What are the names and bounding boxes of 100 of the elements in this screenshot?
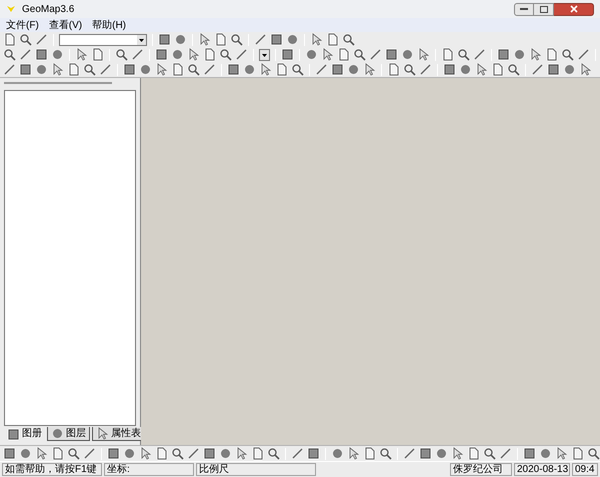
pointer-arrow-icon[interactable] [155,63,168,76]
square-icon[interactable] [155,48,168,61]
magnifier-icon[interactable] [483,447,496,460]
square-icon[interactable] [35,48,48,61]
magnifier-icon[interactable] [457,48,470,61]
square-icon[interactable] [123,63,136,76]
diagonal-line-icon[interactable] [99,63,112,76]
pointer-arrow-icon[interactable] [475,63,488,76]
diagonal-line-icon[interactable] [3,63,16,76]
square-icon[interactable] [7,428,20,440]
circle-icon[interactable] [51,427,64,440]
panel-tab[interactable]: 图层 [47,427,90,441]
diagonal-line-icon[interactable] [315,63,328,76]
circle-icon[interactable] [539,447,552,460]
pointer-arrow-icon[interactable] [347,447,360,460]
diagonal-line-icon[interactable] [203,63,216,76]
diagonal-line-icon[interactable] [531,63,544,76]
page-icon[interactable] [91,48,104,61]
page-icon[interactable] [387,63,400,76]
diagonal-line-icon[interactable] [235,48,248,61]
pointer-arrow-icon[interactable] [310,33,323,46]
magnifier-icon[interactable] [19,33,32,46]
magnifier-icon[interactable] [353,48,366,61]
circle-icon[interactable] [435,447,448,460]
maximize-button[interactable] [534,2,554,16]
diagonal-line-icon[interactable] [19,48,32,61]
magnifier-icon[interactable] [403,63,416,76]
pointer-arrow-icon[interactable] [139,447,152,460]
magnifier-icon[interactable] [3,48,16,61]
diagonal-line-icon[interactable] [473,48,486,61]
minimize-button[interactable] [514,2,534,16]
pointer-arrow-icon[interactable] [529,48,542,61]
magnifier-icon[interactable] [83,63,96,76]
circle-icon[interactable] [563,63,576,76]
circle-icon[interactable] [174,33,187,46]
circle-icon[interactable] [171,48,184,61]
magnifier-icon[interactable] [67,447,80,460]
square-icon[interactable] [3,447,16,460]
pointer-arrow-icon[interactable] [35,447,48,460]
pointer-arrow-icon[interactable] [235,447,248,460]
magnifier-icon[interactable] [507,63,520,76]
pointer-arrow-icon[interactable] [451,447,464,460]
diagonal-line-icon[interactable] [369,48,382,61]
page-icon[interactable] [441,48,454,61]
square-icon[interactable] [158,33,171,46]
circle-icon[interactable] [305,48,318,61]
pointer-arrow-icon[interactable] [555,447,568,460]
page-icon[interactable] [275,63,288,76]
diagonal-line-icon[interactable] [403,447,416,460]
circle-icon[interactable] [123,447,136,460]
square-icon[interactable] [307,447,320,460]
circle-icon[interactable] [139,63,152,76]
square-icon[interactable] [331,63,344,76]
diagonal-line-icon[interactable] [35,33,48,46]
circle-icon[interactable] [19,447,32,460]
diagonal-line-icon[interactable] [499,447,512,460]
square-icon[interactable] [19,63,32,76]
magnifier-icon[interactable] [219,48,232,61]
page-icon[interactable] [337,48,350,61]
diagonal-line-icon[interactable] [577,48,590,61]
square-icon[interactable] [385,48,398,61]
square-icon[interactable] [497,48,510,61]
menu-item[interactable]: 文件(F) [6,18,39,32]
square-icon[interactable] [523,447,536,460]
circle-icon[interactable] [35,63,48,76]
page-icon[interactable] [491,63,504,76]
diagonal-line-icon[interactable] [131,48,144,61]
magnifier-icon[interactable] [587,447,600,460]
menu-item[interactable]: 帮助(H) [92,18,126,32]
square-icon[interactable] [419,447,432,460]
square-icon[interactable] [281,48,294,61]
pointer-arrow-icon[interactable] [75,48,88,61]
pointer-arrow-icon[interactable] [259,63,272,76]
magnifier-icon[interactable] [115,48,128,61]
magnifier-icon[interactable] [267,447,280,460]
pointer-arrow-icon[interactable] [321,48,334,61]
pointer-arrow-icon[interactable] [198,33,211,46]
diagonal-line-icon[interactable] [187,447,200,460]
square-icon[interactable] [547,63,560,76]
pointer-arrow-icon[interactable] [417,48,430,61]
circle-icon[interactable] [331,447,344,460]
pointer-arrow-icon[interactable] [363,63,376,76]
menu-item[interactable]: 查看(V) [48,18,82,32]
magnifier-icon[interactable] [379,447,392,460]
pointer-arrow-icon[interactable] [579,63,592,76]
pointer-arrow-icon[interactable] [187,48,200,61]
circle-icon[interactable] [401,48,414,61]
diagonal-line-icon[interactable] [419,63,432,76]
square-icon[interactable] [270,33,283,46]
magnifier-icon[interactable] [187,63,200,76]
circle-icon[interactable] [51,48,64,61]
magnifier-icon[interactable] [342,33,355,46]
diagonal-line-icon[interactable] [83,447,96,460]
magnifier-icon[interactable] [230,33,243,46]
circle-icon[interactable] [459,63,472,76]
close-button[interactable] [554,2,594,16]
square-icon[interactable] [107,447,120,460]
diagonal-line-icon[interactable] [254,33,267,46]
page-icon[interactable] [203,48,216,61]
circle-icon[interactable] [219,447,232,460]
